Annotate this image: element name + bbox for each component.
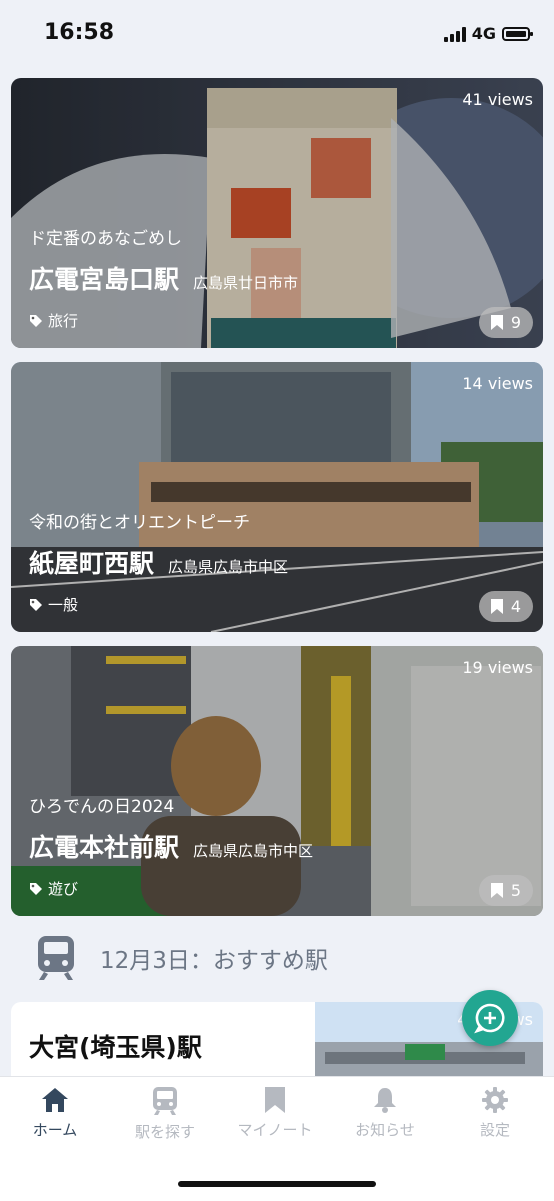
tab-label: 駅を探す [134, 1123, 195, 1141]
gear-icon [482, 1087, 508, 1113]
bookmark-count-button[interactable]: 5 [478, 875, 533, 906]
bookmark-count: 5 [510, 881, 521, 900]
signal-icon [443, 26, 466, 42]
station-name: 広電宮島口駅 [29, 265, 180, 294]
add-comment-icon [474, 1003, 505, 1034]
bookmark-icon [490, 599, 503, 614]
card-subtitle: ひろでんの日2024 [29, 797, 175, 817]
card-subtitle: 令和の街とオリエントピーチ [29, 513, 250, 533]
tag-label: 一般 [48, 596, 79, 614]
battery-icon [502, 26, 533, 41]
bookmark-icon [265, 1087, 285, 1113]
tab-my-notes[interactable]: マイノート [220, 1087, 330, 1140]
station-card[interactable]: 41 views ド定番のあなごめし 広電宮島口駅 広島県廿日市市 旅行 9 [11, 78, 543, 348]
bell-icon [374, 1088, 396, 1113]
status-indicators: 4G [443, 24, 533, 43]
category-tag[interactable]: 遊び [29, 878, 78, 899]
tab-label: お知らせ [355, 1121, 415, 1139]
view-count: 41 views [462, 90, 533, 109]
train-icon [38, 936, 74, 980]
section-header: 12月3日：おすすめ駅 [36, 936, 328, 980]
bookmark-icon [490, 883, 503, 898]
tab-label: 設定 [479, 1121, 510, 1139]
bookmark-count-button[interactable]: 4 [478, 591, 533, 622]
tag-icon [30, 598, 42, 611]
station-name-row: 紙屋町西駅 広島県広島市中区 [29, 544, 288, 580]
station-name: 紙屋町西駅 [29, 549, 155, 578]
station-address: 広島県廿日市市 [193, 274, 299, 292]
recommended-station-name: 大宮(埼玉県)駅 [29, 1033, 202, 1062]
view-count: 14 views [462, 374, 533, 393]
tab-find-station[interactable]: 駅を探す [110, 1087, 220, 1142]
home-indicator[interactable] [178, 1181, 376, 1187]
station-address: 広島県広島市中区 [168, 558, 289, 576]
status-bar: 16:58 4G [0, 0, 554, 70]
tag-label: 旅行 [48, 312, 79, 330]
train-icon [153, 1087, 177, 1115]
bookmark-icon [490, 315, 503, 330]
view-count: 19 views [462, 658, 533, 677]
bookmark-count: 9 [510, 313, 521, 332]
bookmark-count: 4 [510, 597, 521, 616]
home-icon [42, 1088, 68, 1112]
section-title: 12月3日：おすすめ駅 [100, 948, 328, 974]
tab-home[interactable]: ホーム [0, 1087, 110, 1140]
tag-icon [30, 314, 42, 327]
station-name: 広電本社前駅 [29, 833, 180, 862]
card-photo [11, 78, 543, 348]
tab-label: マイノート [237, 1121, 313, 1139]
bookmark-count-button[interactable]: 9 [478, 307, 533, 338]
station-card[interactable]: 14 views 令和の街とオリエントピーチ 紙屋町西駅 広島県広島市中区 一般… [11, 362, 543, 632]
tag-label: 遊び [48, 880, 79, 898]
station-name-row: 広電宮島口駅 広島県廿日市市 [29, 260, 298, 296]
network-type: 4G [471, 24, 496, 43]
tag-icon [30, 882, 42, 895]
new-post-button[interactable] [462, 990, 518, 1046]
station-name-row: 広電本社前駅 広島県広島市中区 [29, 828, 313, 864]
station-address: 広島県広島市中区 [193, 842, 314, 860]
station-card[interactable]: 19 views ひろでんの日2024 広電本社前駅 広島県広島市中区 遊び 5 [11, 646, 543, 916]
tab-settings[interactable]: 設定 [440, 1087, 550, 1140]
card-photo [11, 362, 543, 632]
category-tag[interactable]: 一般 [29, 594, 78, 615]
card-photo [11, 646, 543, 916]
card-subtitle: ド定番のあなごめし [29, 229, 182, 249]
tab-notifications[interactable]: お知らせ [330, 1087, 440, 1140]
category-tag[interactable]: 旅行 [29, 310, 78, 331]
status-time: 16:58 [44, 20, 115, 45]
tab-label: ホーム [32, 1121, 78, 1139]
